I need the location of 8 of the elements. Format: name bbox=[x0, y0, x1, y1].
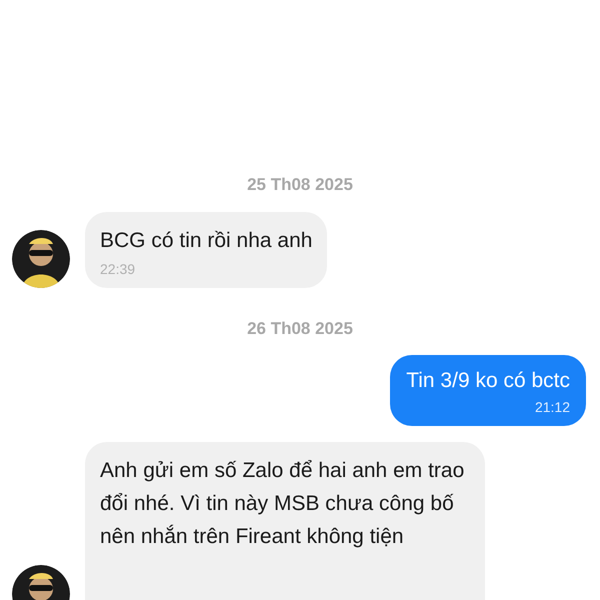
date-separator: 26 Th08 2025 bbox=[247, 318, 353, 340]
message-text: Tin 3/9 ko có bctc bbox=[406, 368, 570, 394]
message-time: 22:39 bbox=[100, 260, 136, 278]
avatar bbox=[12, 230, 70, 288]
message-time: 21:12 bbox=[534, 398, 570, 417]
date-separator: 25 Th08 2025 bbox=[247, 174, 353, 196]
message-text: Anh gửi em số Zalo để hai anh em trao đổi nhé. Vì tin này MSB chưa công bố nên nhắn trên Fireant không tiện bbox=[100, 458, 466, 550]
message-text: BCG có tin rồi nha anh bbox=[100, 228, 312, 254]
